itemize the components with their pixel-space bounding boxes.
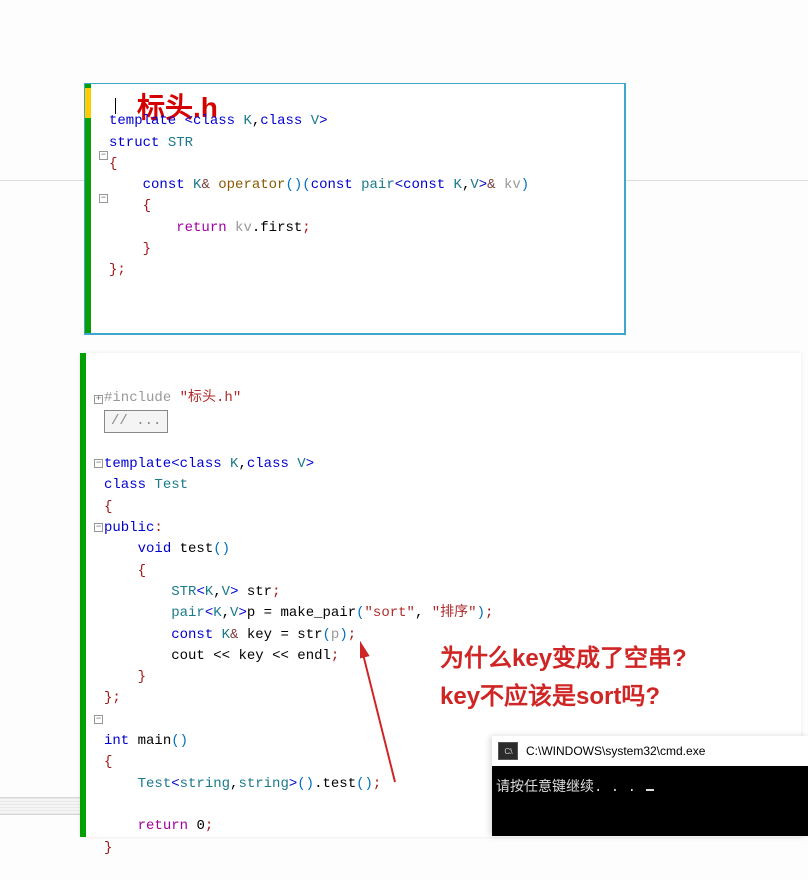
fold-toggle[interactable]: − (99, 194, 108, 203)
cmd-output: 请按任意键继续. . . (492, 766, 808, 836)
fold-toggle[interactable]: − (94, 715, 103, 724)
collapsed-region[interactable]: // ... (104, 410, 168, 433)
fold-toggle[interactable]: − (99, 151, 108, 160)
terminal-cursor (646, 789, 654, 791)
cmd-icon: C:\ (498, 742, 518, 760)
cmd-title-bar[interactable]: C:\ C:\WINDOWS\system32\cmd.exe (492, 736, 808, 766)
cmd-title-text: C:\WINDOWS\system32\cmd.exe (526, 744, 705, 758)
fold-column: − − (91, 84, 107, 333)
fold-toggle[interactable]: − (94, 523, 103, 532)
fold-column: + − − − (86, 353, 102, 837)
code-content: #include "标头.h" // ... template<class K,… (104, 367, 493, 880)
annotation-text: 为什么key变成了空串? key不应该是sort吗? (440, 640, 687, 717)
code-editor-header[interactable]: − − 标头.h template <class K,class V> stru… (84, 83, 626, 335)
fold-toggle[interactable]: + (94, 395, 103, 404)
cmd-window[interactable]: C:\ C:\WINDOWS\system32\cmd.exe 请按任意键继续.… (492, 736, 808, 836)
code-content: template <class K,class V> struct STR { … (109, 90, 529, 303)
fold-toggle[interactable]: − (94, 459, 103, 468)
